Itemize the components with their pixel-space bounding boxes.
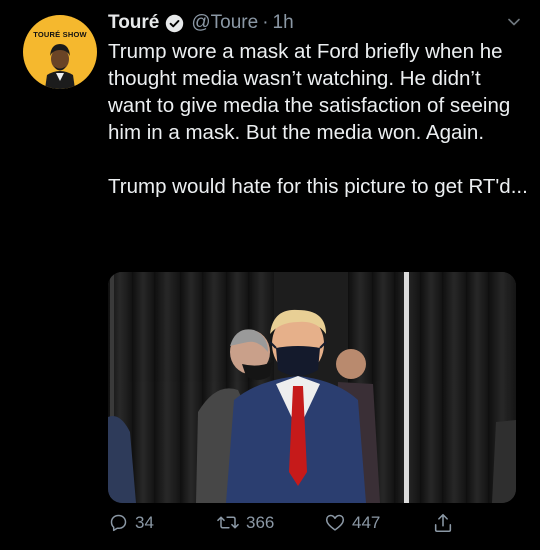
retweet-icon [217, 516, 239, 529]
retweet-count: 366 [246, 512, 275, 532]
retweet-button[interactable]: 366 [216, 512, 274, 533]
tweet-text: Trump wore a mask at Ford briefly when h… [108, 38, 528, 200]
tweet-header: Touré @Toure · 1h [108, 10, 528, 36]
like-icon [325, 514, 345, 531]
like-count: 447 [352, 512, 381, 532]
reply-button[interactable]: 34 [108, 512, 154, 533]
reply-count: 34 [135, 512, 154, 532]
share-button[interactable] [432, 512, 454, 534]
like-button[interactable]: 447 [324, 512, 380, 533]
timestamp[interactable]: 1h [273, 12, 294, 34]
verified-badge-icon [165, 14, 184, 33]
tweet-text-paragraph-1: Trump wore a mask at Ford briefly when h… [108, 40, 511, 144]
reply-icon [110, 514, 127, 532]
share-icon [434, 513, 452, 533]
chevron-down-icon[interactable] [506, 14, 522, 35]
tweet-text-paragraph-2: Trump would hate for this picture to get… [108, 175, 528, 198]
avatar-portrait [45, 44, 75, 89]
tweet-media-photo[interactable] [108, 272, 516, 503]
avatar[interactable]: TOURÉ SHOW [23, 15, 97, 89]
separator-dot: · [262, 12, 269, 33]
photo-illustration [108, 272, 516, 503]
display-name[interactable]: Touré [108, 12, 159, 34]
handle[interactable]: @Toure [191, 12, 258, 34]
tweet-action-bar: 34 366 447 [108, 512, 508, 538]
tweet: Touré @Toure · 1h Trump wore a mask at F… [108, 10, 528, 200]
